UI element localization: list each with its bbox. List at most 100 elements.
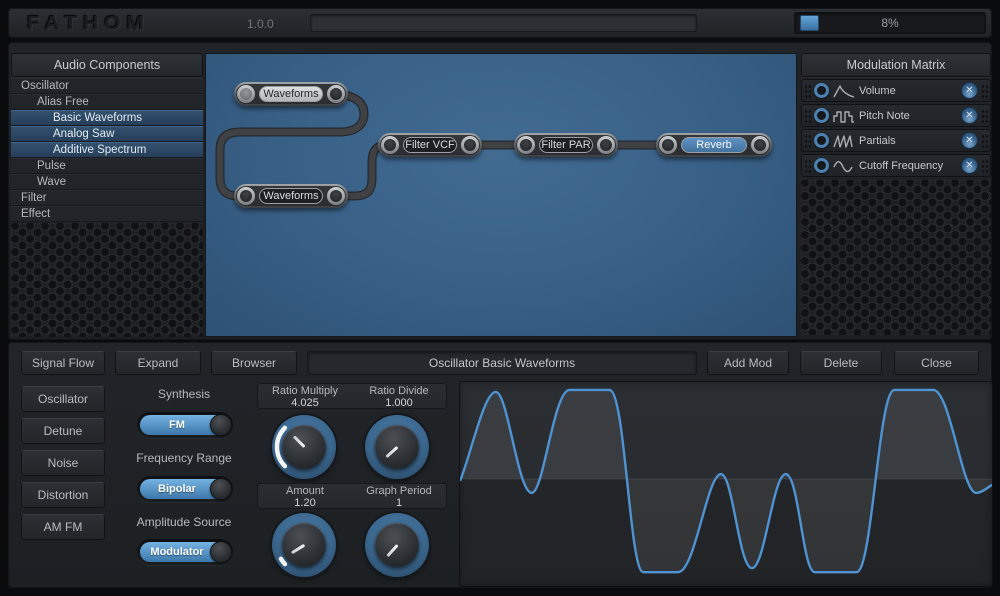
mod-target-label: Pitch Note (859, 109, 910, 122)
distortion-section-button[interactable]: Distortion (21, 482, 105, 508)
drag-grip[interactable] (804, 133, 811, 148)
editor-title: Oscillator Basic Waveforms (307, 351, 697, 375)
tree-item-basic-waveforms[interactable]: Basic Waveforms (11, 110, 203, 126)
drag-grip[interactable] (804, 83, 811, 98)
synthesis-label: Synthesis (157, 387, 211, 401)
remove-mod-button[interactable]: ✕ (961, 107, 978, 124)
remove-mod-button[interactable]: ✕ (961, 82, 978, 99)
amplitude-source-toggle[interactable]: Modulator (137, 539, 233, 565)
node-waveforms-1[interactable]: Waveforms (234, 82, 348, 106)
amount-value: 1.20 (294, 497, 316, 509)
am-fm-section-button[interactable]: AM FM (21, 514, 105, 540)
knob-value-arc (274, 425, 288, 469)
knob-labels-row1: Ratio Multiply 4.025 Ratio Divide 1.000 (257, 383, 447, 409)
mod-row-volume: Volume ✕ (801, 79, 991, 102)
node-label: Waveforms (259, 188, 323, 204)
graph-period-value: 1 (395, 497, 403, 509)
drag-grip[interactable] (804, 108, 811, 123)
waveform-display[interactable] (459, 381, 993, 587)
title-bar: FATHOM 1.0.0 8% (8, 8, 992, 38)
node-waveforms-2[interactable]: Waveforms (234, 184, 348, 208)
cpu-usage-slider[interactable]: 8% (794, 12, 986, 34)
remove-mod-button[interactable]: ✕ (961, 132, 978, 149)
fathom-logo: FATHOM (27, 12, 151, 35)
component-tree: Oscillator Alias Free Basic Waveforms An… (11, 78, 203, 222)
output-port[interactable] (751, 136, 769, 154)
oscillator-section-button[interactable]: Oscillator (21, 386, 105, 412)
node-label: Filter VCF (403, 137, 457, 153)
tree-item-oscillator[interactable]: Oscillator (11, 78, 203, 94)
node-filter-par[interactable]: Filter PAR (514, 133, 618, 157)
ratio-multiply-value: 4.025 (291, 397, 319, 409)
frequency-range-label: Frequency Range (136, 451, 232, 465)
amount-knob[interactable] (272, 513, 336, 577)
signal-flow-button[interactable]: Signal Flow (21, 351, 105, 375)
knob-value-arc (278, 556, 288, 567)
mod-enable-radio[interactable] (814, 83, 829, 98)
tree-item-wave[interactable]: Wave (11, 174, 203, 190)
drag-grip[interactable] (981, 158, 988, 173)
output-port[interactable] (597, 136, 615, 154)
mod-row-partials: Partials ✕ (801, 129, 991, 152)
frequency-range-toggle-value: Bipolar (158, 483, 196, 495)
close-button[interactable]: Close (894, 351, 979, 375)
input-port[interactable] (237, 187, 255, 205)
drag-grip[interactable] (981, 83, 988, 98)
toggle-knob[interactable] (210, 478, 232, 500)
editor-panel: Signal Flow Expand Browser Oscillator Ba… (8, 342, 993, 588)
synthesis-toggle[interactable]: FM (137, 412, 233, 438)
toggle-knob[interactable] (210, 541, 232, 563)
output-port[interactable] (461, 136, 479, 154)
knob-value-arc (365, 513, 429, 577)
tree-item-alias-free[interactable]: Alias Free (11, 94, 203, 110)
mod-enable-radio[interactable] (814, 158, 829, 173)
audio-components-header: Audio Components (11, 53, 203, 77)
speaker-grille-right (801, 180, 991, 335)
input-port[interactable] (659, 136, 677, 154)
mod-target-label: Partials (859, 134, 896, 147)
toggle-knob[interactable] (210, 414, 232, 436)
mod-target-label: Cutoff Frequency (859, 159, 944, 172)
slider-handle[interactable] (800, 15, 819, 31)
drag-grip[interactable] (981, 133, 988, 148)
drag-grip[interactable] (804, 158, 811, 173)
drag-grip[interactable] (981, 108, 988, 123)
speaker-grille-left (11, 223, 203, 337)
output-port[interactable] (327, 187, 345, 205)
expand-button[interactable]: Expand (115, 351, 201, 375)
fathom-synth-window: FATHOM 1.0.0 8% Audio Components Oscilla… (0, 0, 1000, 596)
output-port[interactable] (327, 85, 345, 103)
knob-value-arc (365, 415, 429, 479)
cpu-usage-value: 8% (881, 16, 899, 30)
remove-mod-button[interactable]: ✕ (961, 157, 978, 174)
browser-button[interactable]: Browser (211, 351, 297, 375)
modulation-matrix-panel: Modulation Matrix Volume ✕ Pitch Note ✕ … (801, 53, 991, 335)
noise-section-button[interactable]: Noise (21, 450, 105, 476)
mod-enable-radio[interactable] (814, 108, 829, 123)
version-label: 1.0.0 (247, 17, 274, 31)
signal-flow-graph[interactable]: Waveforms Waveforms Filter VCF Filter PA… (205, 53, 797, 337)
add-mod-button[interactable]: Add Mod (707, 351, 789, 375)
square-wave-icon (832, 108, 856, 124)
input-port[interactable] (237, 85, 255, 103)
tree-item-filter[interactable]: Filter (11, 190, 203, 206)
tree-item-effect[interactable]: Effect (11, 206, 203, 222)
tree-item-additive-spectrum[interactable]: Additive Spectrum (11, 142, 203, 158)
input-port[interactable] (381, 136, 399, 154)
mod-enable-radio[interactable] (814, 133, 829, 148)
input-port[interactable] (517, 136, 535, 154)
saw-wave-icon (832, 133, 856, 149)
ratio-divide-knob[interactable] (365, 415, 429, 479)
detune-section-button[interactable]: Detune (21, 418, 105, 444)
node-reverb[interactable]: Reverb (656, 133, 772, 157)
tree-item-analog-saw[interactable]: Analog Saw (11, 126, 203, 142)
node-filter-vcf[interactable]: Filter VCF (378, 133, 482, 157)
delete-button[interactable]: Delete (800, 351, 882, 375)
ratio-multiply-knob[interactable] (272, 415, 336, 479)
mod-row-pitch-note: Pitch Note ✕ (801, 104, 991, 127)
node-label: Reverb (681, 137, 747, 153)
tree-item-pulse[interactable]: Pulse (11, 158, 203, 174)
frequency-range-toggle[interactable]: Bipolar (137, 476, 233, 502)
graph-period-label: Graph Period (366, 485, 432, 497)
graph-period-knob[interactable] (365, 513, 429, 577)
